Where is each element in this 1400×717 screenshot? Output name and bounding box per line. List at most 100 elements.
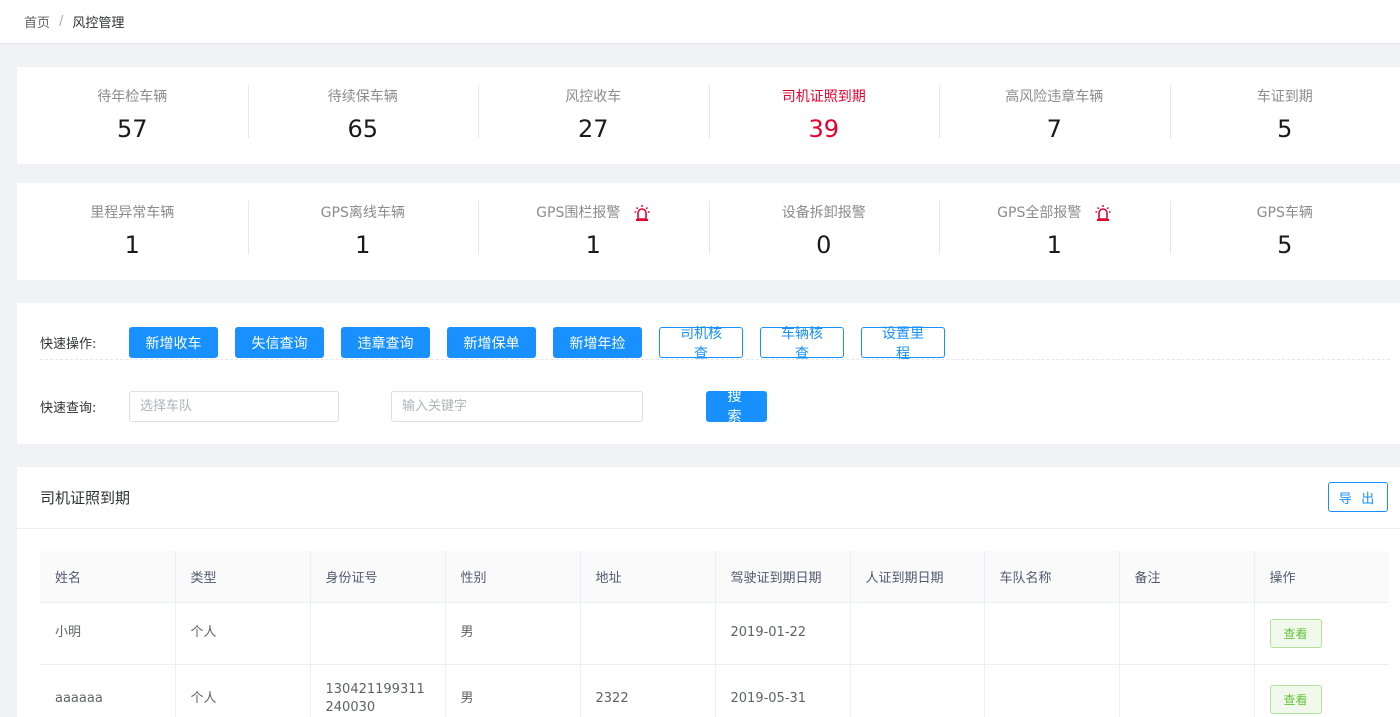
- cell-person-expiry: [850, 664, 985, 717]
- column-header: 身份证号: [310, 551, 446, 603]
- breadcrumb-current: 风控管理: [72, 16, 125, 31]
- view-button[interactable]: 查看: [1269, 618, 1322, 648]
- column-header: 姓名: [40, 551, 176, 603]
- cell-remark: [1119, 602, 1255, 665]
- stat-label: GPS离线车辆: [320, 205, 405, 221]
- column-header: 车队名称: [984, 551, 1120, 603]
- driver-license-expiry-panel: 司机证照到期 导 出 姓名 类型 身份证号 性别 地址 驾驶证到期日期 人证到期…: [17, 467, 1400, 717]
- stat-value: 1: [124, 231, 140, 259]
- quick-query-label: 快速查询:: [40, 400, 97, 416]
- cell-name: aaaaaa: [40, 664, 176, 717]
- stat-label: 待年检车辆: [97, 89, 168, 105]
- cell-person-expiry: [850, 602, 985, 665]
- column-header: 备注: [1119, 551, 1255, 603]
- panel-title: 司机证照到期: [40, 489, 131, 507]
- stat-value: 1: [355, 231, 371, 259]
- stat-gps-offline[interactable]: GPS离线车辆 1: [247, 183, 479, 280]
- column-header: 人证到期日期: [850, 551, 985, 603]
- stat-mileage-abnormal[interactable]: 里程异常车辆 1: [17, 183, 248, 280]
- column-header: 类型: [175, 551, 311, 603]
- stat-device-removal-alarm[interactable]: 设备拆卸报警 0: [708, 183, 940, 280]
- driver-check-button[interactable]: 司机核查: [659, 326, 743, 362]
- quick-ops-label: 快速操作:: [40, 337, 97, 352]
- cell-license-expiry: 2019-05-31: [715, 664, 851, 717]
- cell-name: 小明: [40, 602, 176, 665]
- cell-address: [580, 602, 716, 665]
- stat-label: 风控收车: [565, 89, 622, 105]
- cell-action: 查看: [1254, 664, 1389, 717]
- table-row: 小明 个人 男 2019-01-22 查看: [40, 602, 1389, 665]
- stat-insurance-renewal[interactable]: 待续保车辆 65: [247, 67, 479, 164]
- stat-value: 1: [585, 231, 601, 259]
- panel-header: 司机证照到期 导 出: [17, 467, 1400, 529]
- stat-driver-license-expiry[interactable]: 司机证照到期 39: [708, 67, 940, 164]
- table-header-row: 姓名 类型 身份证号 性别 地址 驾驶证到期日期 人证到期日期 车队名称 备注 …: [40, 551, 1389, 603]
- stat-value: 57: [116, 115, 148, 143]
- export-button[interactable]: 导 出: [1328, 482, 1388, 512]
- search-button[interactable]: 搜 索: [706, 389, 767, 425]
- column-header: 操作: [1254, 551, 1389, 603]
- stat-value: 0: [816, 231, 832, 259]
- cell-id-no: 130421199311240030: [310, 664, 446, 717]
- cell-license-expiry: 2019-01-22: [715, 602, 851, 665]
- cell-remark: [1119, 664, 1255, 717]
- stat-vehicle-cert-expiry[interactable]: 车证到期 5: [1169, 67, 1400, 164]
- column-header: 性别: [445, 551, 581, 603]
- stat-label: 待续保车辆: [327, 89, 398, 105]
- set-mileage-button[interactable]: 设置里程: [861, 326, 945, 362]
- stat-value: 5: [1277, 115, 1293, 143]
- table-row: aaaaaa 个人 130421199311240030 男 2322 2019…: [40, 664, 1389, 717]
- stats-row-1: 待年检车辆 57 待续保车辆 65 风控收车 27 司机证照到期 39 高风险违…: [17, 67, 1400, 164]
- quick-panel: 快速操作: 新增收车 失信查询 违章查询 新增保单 新增年捡 司机核查 车辆核查…: [17, 303, 1400, 444]
- stat-label: GPS全部报警: [997, 205, 1082, 221]
- stat-risk-recovery[interactable]: 风控收车 27: [478, 67, 709, 164]
- stat-gps-fence-alarm[interactable]: GPS围栏报警 1: [478, 183, 709, 280]
- breadcrumb-separator: /: [59, 14, 64, 29]
- quick-query-row: 快速查询: 搜 索: [40, 389, 1390, 425]
- cell-team: [984, 664, 1120, 717]
- stat-label: 高风险违章车辆: [1005, 89, 1104, 105]
- column-header: 地址: [580, 551, 716, 603]
- stat-value: 39: [808, 115, 840, 143]
- stat-label: 司机证照到期: [781, 89, 866, 105]
- stat-label: 设备拆卸报警: [781, 205, 866, 221]
- add-policy-button[interactable]: 新增保单: [447, 327, 536, 358]
- stat-label: 车证到期: [1256, 89, 1313, 105]
- column-header: 驾驶证到期日期: [715, 551, 851, 603]
- add-recovery-button[interactable]: 新增收车: [129, 327, 218, 358]
- keyword-input[interactable]: [391, 390, 643, 422]
- stat-label: GPS车辆: [1256, 205, 1313, 221]
- stat-label: GPS围栏报警: [536, 205, 621, 221]
- cell-type: 个人: [175, 664, 311, 717]
- cell-type: 个人: [175, 602, 311, 665]
- stat-value: 7: [1046, 115, 1062, 143]
- stat-value: 27: [577, 115, 609, 143]
- dishonesty-query-button[interactable]: 失信查询: [235, 327, 324, 358]
- cell-gender: 男: [445, 602, 581, 665]
- stat-annual-inspection[interactable]: 待年检车辆 57: [17, 67, 248, 164]
- stat-gps-all-alarm[interactable]: GPS全部报警 1: [939, 183, 1170, 280]
- violation-query-button[interactable]: 违章查询: [341, 327, 430, 358]
- cell-action: 查看: [1254, 602, 1389, 665]
- cell-gender: 男: [445, 664, 581, 717]
- cell-team: [984, 602, 1120, 665]
- stat-gps-vehicles[interactable]: GPS车辆 5: [1169, 183, 1400, 280]
- view-button[interactable]: 查看: [1269, 684, 1322, 714]
- add-annual-inspection-button[interactable]: 新增年捡: [553, 327, 642, 358]
- team-select[interactable]: [129, 390, 339, 422]
- quick-ops-row: 快速操作: 新增收车 失信查询 违章查询 新增保单 新增年捡 司机核查 车辆核查…: [40, 326, 1390, 362]
- driver-table: 姓名 类型 身份证号 性别 地址 驾驶证到期日期 人证到期日期 车队名称 备注 …: [40, 551, 1389, 717]
- alarm-icon: [634, 205, 650, 221]
- stat-value: 1: [1046, 231, 1062, 259]
- stat-high-risk-violation[interactable]: 高风险违章车辆 7: [939, 67, 1170, 164]
- stat-value: 5: [1277, 231, 1293, 259]
- stats-row-2: 里程异常车辆 1 GPS离线车辆 1 GPS围栏报警 1 设备拆卸报警 0 GP…: [17, 183, 1400, 280]
- cell-address: 2322: [580, 664, 716, 717]
- breadcrumb-home[interactable]: 首页: [24, 12, 50, 31]
- stat-value: 65: [347, 115, 379, 143]
- breadcrumb: 首页 / 风控管理: [0, 0, 1400, 44]
- cell-id-no: [310, 602, 446, 665]
- stat-label: 里程异常车辆: [90, 205, 175, 221]
- alarm-icon: [1095, 205, 1111, 221]
- vehicle-check-button[interactable]: 车辆核查: [760, 326, 844, 362]
